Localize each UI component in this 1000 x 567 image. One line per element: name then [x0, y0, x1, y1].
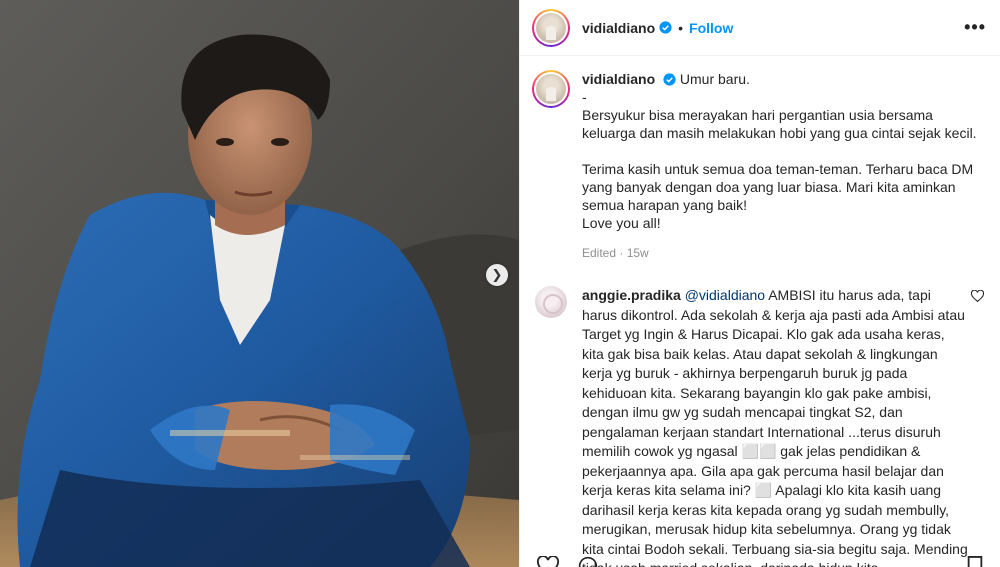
like-icon[interactable]	[536, 555, 560, 567]
carousel-next-button[interactable]: ❯	[486, 264, 508, 286]
profile-avatar[interactable]	[532, 8, 570, 47]
comment-username[interactable]: anggie.pradika	[582, 287, 681, 303]
comment-body: AMBISI itu harus ada, tapi harus dikontr…	[582, 287, 968, 567]
post-action-bar	[536, 555, 600, 567]
avatar-image	[536, 12, 566, 43]
caption-text: vidialdiano Umur baru. - Bersyukur bisa …	[582, 70, 982, 262]
post-body: vidialdiano Umur baru. - Bersyukur bisa …	[520, 56, 1000, 567]
comment-item: anggie.pradika @vidialdiano AMBISI itu h…	[532, 286, 984, 567]
caption-dash: -	[582, 89, 587, 105]
caption-username[interactable]: vidialdiano	[582, 71, 655, 87]
commenter-avatar[interactable]	[535, 286, 567, 318]
heart-icon[interactable]	[971, 290, 984, 302]
more-options-icon[interactable]: •••	[964, 17, 986, 38]
caption-avatar[interactable]	[532, 70, 570, 108]
chevron-right-icon: ❯	[491, 267, 503, 282]
bookmark-icon[interactable]	[966, 556, 984, 567]
avatar-image	[536, 74, 566, 104]
post-meta: Edited · 15w	[582, 246, 649, 260]
portrait-illustration	[0, 0, 519, 567]
caption-first-line: Umur baru.	[679, 71, 750, 87]
post-photo: ❯	[0, 0, 519, 567]
verified-badge-icon	[659, 21, 672, 34]
caption-paragraph-2: Terima kasih untuk semua doa teman-teman…	[582, 161, 974, 213]
comment-text: anggie.pradika @vidialdiano AMBISI itu h…	[582, 286, 968, 567]
caption-paragraph-1: Bersyukur bisa merayakan hari pergantian…	[582, 107, 977, 141]
caption: vidialdiano Umur baru. - Bersyukur bisa …	[532, 70, 984, 262]
post-header: vidialdiano • Follow •••	[520, 0, 1000, 56]
separator-dot: •	[678, 19, 684, 36]
comment-mention[interactable]: @vidialdiano	[685, 287, 765, 303]
follow-button[interactable]: Follow	[689, 20, 733, 36]
header-username[interactable]: vidialdiano	[582, 20, 655, 36]
caption-paragraph-3: Love you all!	[582, 215, 661, 231]
post-details-panel: vidialdiano • Follow ••• vidialdiano Umu…	[519, 0, 1000, 567]
verified-badge-icon	[663, 73, 676, 86]
comment-icon[interactable]	[576, 556, 600, 567]
